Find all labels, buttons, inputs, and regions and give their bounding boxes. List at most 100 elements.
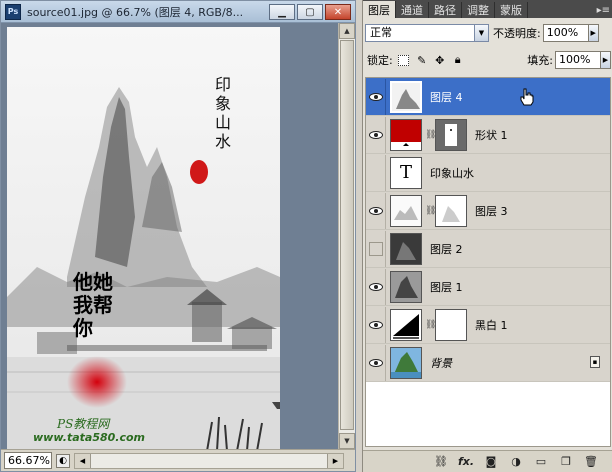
layer-row[interactable]: 图层 4 bbox=[366, 78, 610, 116]
hand-cursor-icon bbox=[520, 88, 534, 106]
layer-name[interactable]: 图层 4 bbox=[430, 89, 463, 105]
visibility-eye-icon[interactable] bbox=[366, 230, 386, 267]
panel-menu-icon[interactable]: ▸≡ bbox=[597, 2, 610, 18]
chevron-down-icon[interactable]: ▼ bbox=[474, 25, 488, 41]
layer-thumbnail bbox=[390, 270, 422, 303]
visibility-eye-icon[interactable] bbox=[366, 192, 386, 229]
layer-name[interactable]: 印象山水 bbox=[430, 165, 474, 181]
layer-name[interactable]: 图层 1 bbox=[430, 279, 463, 295]
layer-row[interactable]: T 印象山水 bbox=[366, 154, 610, 192]
new-layer-icon[interactable]: ❐ bbox=[558, 454, 574, 470]
layer-name[interactable]: 形状 1 bbox=[475, 127, 508, 143]
layer-row[interactable]: 图层 1 bbox=[366, 268, 610, 306]
folder-icon[interactable]: ▭ bbox=[533, 454, 549, 470]
layer-row[interactable]: ⛓ 形状 1 bbox=[366, 116, 610, 154]
canvas-area[interactable]: 印象山水 他她我帮你 PS教程网 www.tata580.com bbox=[1, 23, 355, 451]
lock-pixels-brush-icon[interactable]: ✎ bbox=[415, 53, 429, 67]
mask-icon[interactable]: ◙ bbox=[483, 454, 499, 470]
tab-masks[interactable]: 蒙版 bbox=[495, 2, 528, 18]
layer-thumbnail bbox=[390, 232, 422, 265]
tab-channels[interactable]: 通道 bbox=[396, 2, 429, 18]
blend-row: 正常 ▼ 不透明度: 100% ▶ bbox=[365, 22, 611, 44]
scroll-down-arrow-icon[interactable]: ▼ bbox=[339, 433, 355, 449]
layer-name[interactable]: 黑白 1 bbox=[475, 317, 508, 333]
minimize-button[interactable]: ▁ bbox=[269, 4, 295, 20]
opacity-dropdown-icon[interactable]: ▶ bbox=[588, 24, 599, 42]
layers-list: 图层 4 ⛓ 形状 1 T 印象山水 ⛓ 图层 3 图层 2 图层 1 ⛓ 黑白… bbox=[365, 77, 611, 447]
vertical-scrollbar[interactable]: ▲ ▼ bbox=[338, 23, 355, 449]
maximize-button[interactable]: ▢ bbox=[297, 4, 323, 20]
lock-position-move-icon[interactable]: ✥ bbox=[433, 53, 447, 67]
lock-label: 锁定: bbox=[367, 54, 393, 67]
document-window: Ps source01.jpg @ 66.7% (图层 4, RGB/8... … bbox=[0, 0, 356, 472]
close-button[interactable]: ✕ bbox=[325, 4, 351, 20]
layers-panel: 图层 通道 路径 调整 蒙版 ▸≡ 正常 ▼ 不透明度: 100% ▶ 锁定: … bbox=[362, 0, 612, 472]
document-title: source01.jpg @ 66.7% (图层 4, RGB/8... bbox=[27, 5, 244, 19]
vertical-scroll-thumb[interactable] bbox=[340, 40, 354, 430]
fx-icon[interactable]: fx. bbox=[458, 454, 474, 470]
watermark-title: PS教程网 bbox=[57, 417, 110, 431]
visibility-eye-icon[interactable] bbox=[366, 116, 386, 153]
photoshop-app-icon: Ps bbox=[5, 3, 21, 20]
status-info-icon[interactable]: ◐ bbox=[56, 453, 70, 468]
tab-adjustments[interactable]: 调整 bbox=[462, 2, 495, 18]
calligraphy-poem: 他她我帮你 bbox=[73, 270, 113, 340]
layer-thumbnail bbox=[390, 80, 422, 113]
visibility-eye-icon[interactable] bbox=[366, 268, 386, 305]
document-status-bar: 66.67% ◐ ◀ ▶ bbox=[1, 449, 355, 471]
vector-mask-thumbnail bbox=[435, 118, 467, 151]
panel-tabbar: 图层 通道 路径 调整 蒙版 ▸≡ bbox=[363, 0, 612, 18]
chain-link-icon: ⛓ bbox=[425, 319, 437, 330]
panel-footer: ⛓ fx. ◙ ◑ ▭ ❐ 🗑︎ bbox=[363, 450, 612, 472]
scroll-up-arrow-icon[interactable]: ▲ bbox=[339, 23, 355, 39]
chain-link-icon: ⛓ bbox=[425, 129, 437, 140]
visibility-eye-icon[interactable] bbox=[366, 306, 386, 343]
scroll-right-arrow-icon[interactable]: ▶ bbox=[327, 453, 343, 468]
tab-paths[interactable]: 路径 bbox=[429, 2, 462, 18]
watermark-url: www.tata580.com bbox=[33, 431, 146, 444]
tab-layers[interactable]: 图层 bbox=[363, 1, 396, 18]
visibility-eye-icon[interactable] bbox=[366, 154, 386, 191]
ink-landscape-image bbox=[7, 27, 280, 451]
adjustment-thumbnail bbox=[390, 308, 422, 341]
layer-thumbnail bbox=[390, 346, 422, 379]
layer-row[interactable]: 背景 ▪ bbox=[366, 344, 610, 382]
layer-mask-thumbnail bbox=[435, 308, 467, 341]
visibility-eye-icon[interactable] bbox=[366, 78, 386, 115]
fill-dropdown-icon[interactable]: ▶ bbox=[601, 51, 611, 69]
layer-row[interactable]: ⛓ 黑白 1 bbox=[366, 306, 610, 344]
text-layer-thumbnail: T bbox=[390, 156, 422, 189]
layer-row[interactable]: 图层 2 bbox=[366, 230, 610, 268]
padlock-icon: ▪ bbox=[590, 356, 600, 368]
opacity-label: 不透明度: bbox=[493, 27, 541, 40]
layer-row[interactable]: ⛓ 图层 3 bbox=[366, 192, 610, 230]
layer-thumbnail bbox=[390, 118, 422, 151]
layer-name[interactable]: 图层 2 bbox=[430, 241, 463, 257]
blend-mode-select[interactable]: 正常 ▼ bbox=[365, 24, 489, 42]
layer-name[interactable]: 背景 bbox=[430, 355, 452, 371]
horizontal-scrollbar[interactable]: ◀ ▶ bbox=[74, 452, 344, 469]
artwork-canvas[interactable]: 印象山水 他她我帮你 PS教程网 www.tata580.com bbox=[7, 27, 280, 451]
chain-link-icon: ⛓ bbox=[425, 205, 437, 216]
window-controls: ▁ ▢ ✕ bbox=[269, 4, 351, 20]
lock-all-padlock-icon[interactable]: 🔒︎ bbox=[451, 53, 465, 67]
zoom-level-field[interactable]: 66.67% bbox=[4, 452, 52, 469]
blend-mode-value: 正常 bbox=[370, 26, 392, 39]
fill-control: 填充: 100% ▶ bbox=[523, 51, 611, 69]
lock-row: 锁定: ✎ ✥ 🔒︎ 填充: 100% ▶ bbox=[365, 49, 611, 71]
scroll-left-arrow-icon[interactable]: ◀ bbox=[75, 453, 91, 468]
fill-label: 填充: bbox=[527, 54, 553, 67]
fill-input[interactable]: 100% bbox=[555, 51, 601, 69]
lock-transparency-icon[interactable] bbox=[397, 53, 411, 67]
photoshop-workspace: Ps source01.jpg @ 66.7% (图层 4, RGB/8... … bbox=[0, 0, 612, 472]
trash-icon[interactable]: 🗑︎ bbox=[583, 454, 599, 470]
layer-mask-thumbnail bbox=[435, 194, 467, 227]
layer-name[interactable]: 图层 3 bbox=[475, 203, 508, 219]
layer-thumbnail bbox=[390, 194, 422, 227]
adjustment-icon[interactable]: ◑ bbox=[508, 454, 524, 470]
opacity-input[interactable]: 100% bbox=[542, 24, 589, 42]
document-titlebar[interactable]: Ps source01.jpg @ 66.7% (图层 4, RGB/8... … bbox=[1, 1, 355, 23]
calligraphy-title: 印象山水 bbox=[215, 75, 232, 151]
visibility-eye-icon[interactable] bbox=[366, 344, 386, 381]
link-icon[interactable]: ⛓ bbox=[433, 454, 449, 470]
